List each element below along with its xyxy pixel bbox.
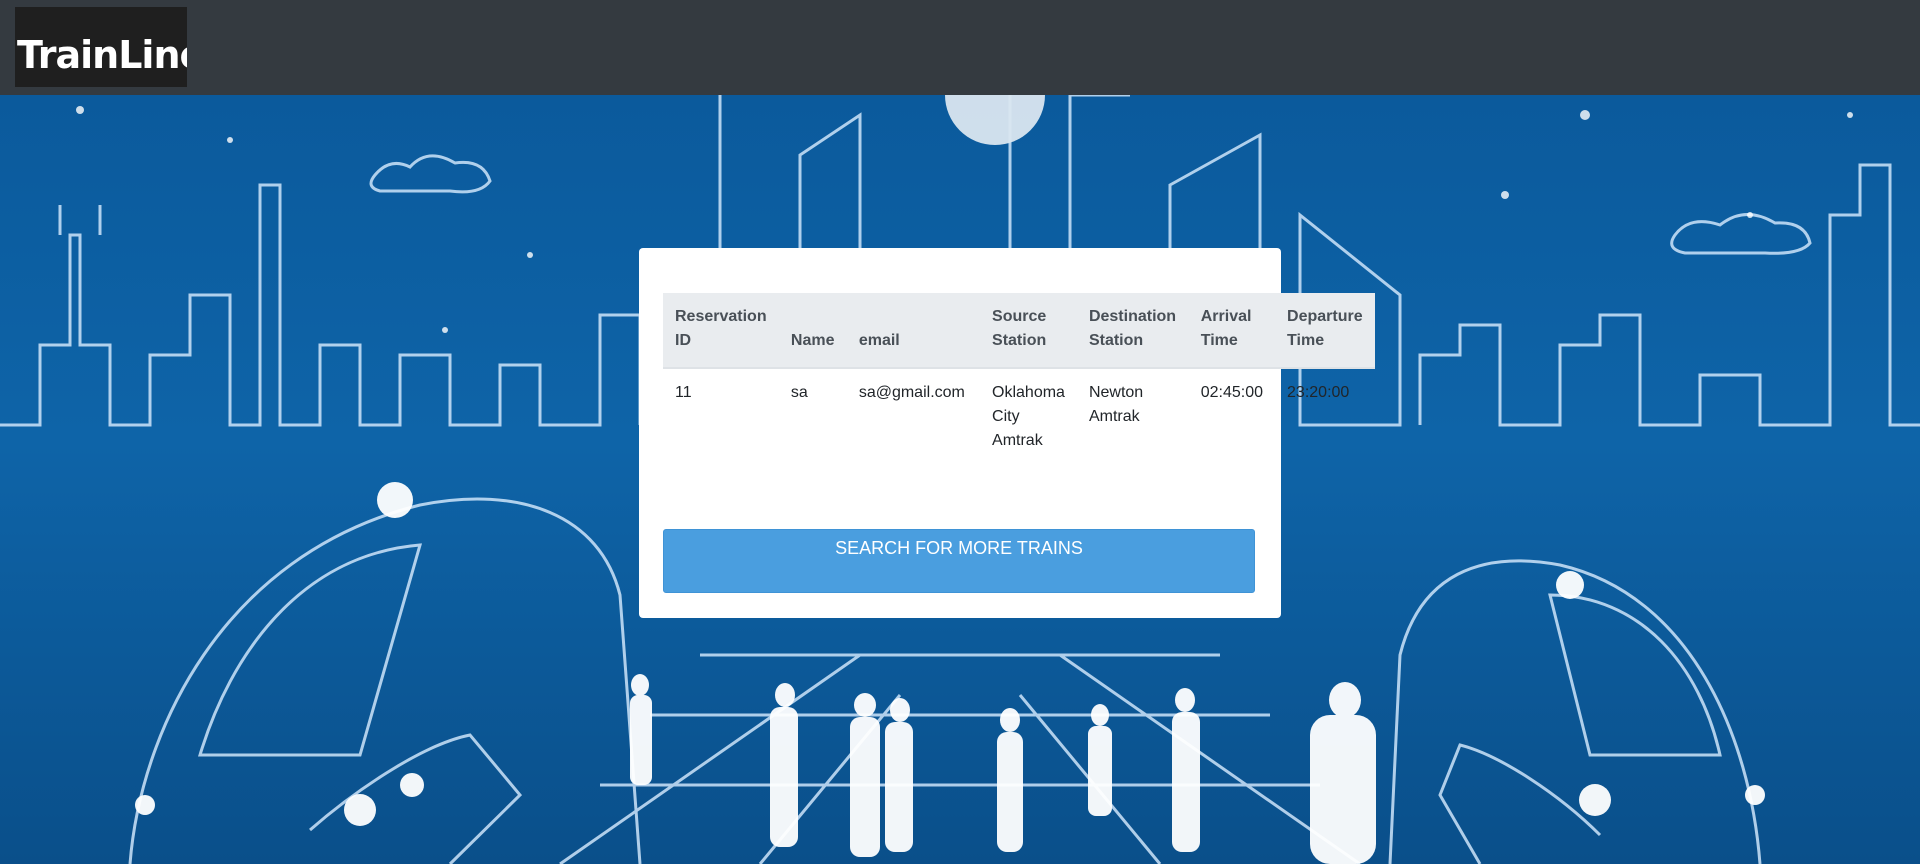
reservation-card: Reservation ID Name email Source Station… — [639, 248, 1375, 618]
table-row: 11 sa sa@gmail.com Oklahoma City Amtrak … — [663, 368, 1375, 465]
cell-reservation-id: 11 — [675, 384, 692, 401]
cell-email: sa@gmail.com — [858, 384, 965, 401]
reservation-table: Reservation ID Name email Source Station… — [663, 293, 1375, 465]
cell-arrival-time: 02:45:00 — [1200, 384, 1264, 401]
cell-name: sa — [790, 384, 808, 401]
cell-source-station: Oklahoma City Amtrak — [992, 384, 1065, 449]
header-reservation-id: Reservation ID — [663, 293, 779, 369]
header-email: email — [846, 293, 981, 369]
brand-logo[interactable]: TrainLine — [15, 7, 187, 87]
cell-destination-station: Newton Amtrak — [1088, 384, 1144, 425]
search-more-trains-button[interactable]: SEARCH FOR MORE TRAINS — [663, 529, 1255, 593]
header-destination-station: Destination Station — [1076, 293, 1189, 369]
header-arrival-time: Arrival Time — [1188, 293, 1276, 369]
header-departure-time: Departure Time — [1275, 293, 1375, 369]
cell-departure-time: 23:20:00 — [1287, 384, 1350, 401]
header-name: Name — [778, 293, 847, 369]
table-header-row: Reservation ID Name email Source Station… — [663, 293, 1375, 369]
header-source-station: Source Station — [980, 293, 1077, 369]
navbar: TrainLine — [0, 0, 1920, 95]
